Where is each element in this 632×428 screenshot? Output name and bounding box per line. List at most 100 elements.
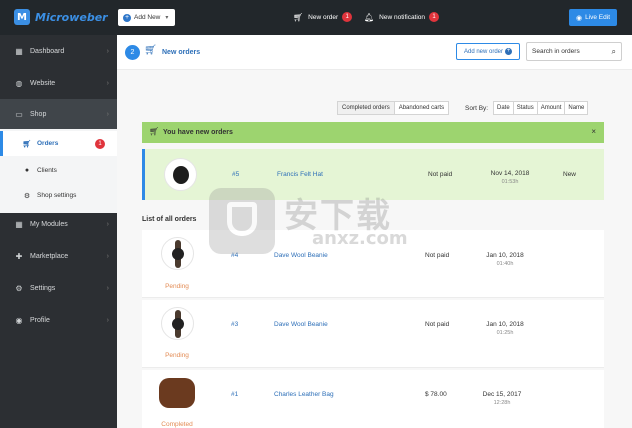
plus-icon: + xyxy=(123,13,131,22)
sidebar-item-marketplace[interactable]: ✚ Marketplace › xyxy=(0,240,117,272)
add-new-order-label: Add new order xyxy=(463,48,504,55)
orders-badge: 1 xyxy=(95,138,105,149)
sort-name[interactable]: Name xyxy=(564,102,587,114)
sidebar-item-shop[interactable]: ▭ Shop › xyxy=(0,99,117,129)
sidebar-item-dashboard[interactable]: ▦ Dashboard › xyxy=(0,35,117,67)
product-thumbnail xyxy=(159,375,195,408)
new-notification-badge: 1 xyxy=(429,12,440,22)
payment-status: Not paid xyxy=(425,321,450,328)
cart-icon: 🛒︎ xyxy=(149,127,160,136)
table-row[interactable]: Pending #4 Dave Wool Beanie Not paid Jan… xyxy=(142,230,604,298)
order-time: 01:25h xyxy=(496,330,514,336)
sidebar-item-settings[interactable]: ⚙ Settings › xyxy=(0,272,117,304)
order-date: Nov 14, 2018 xyxy=(490,170,530,177)
sidebar-item-label: Marketplace xyxy=(30,252,69,260)
user-icon: ◉ xyxy=(15,315,23,325)
sort-status[interactable]: Status xyxy=(512,102,537,114)
add-new-order-button[interactable]: Add new order + xyxy=(456,43,520,60)
order-date: Dec 15, 2017 xyxy=(482,391,522,398)
sidebar-item-label: Shop settings xyxy=(37,192,77,199)
product-name[interactable]: Francis Felt Hat xyxy=(277,171,323,178)
shop-submenu: 🛒︎ Orders 1 ● Clients ⚙ Shop settings xyxy=(0,129,117,213)
table-row[interactable]: Pending #3 Dave Wool Beanie Not paid Jan… xyxy=(142,300,604,368)
bell-icon: 🔔︎ xyxy=(364,12,375,22)
search-placeholder: Search in orders xyxy=(532,48,580,55)
logo-icon: M xyxy=(14,9,30,25)
chevron-down-icon: ▾ xyxy=(165,15,169,21)
sidebar-item-orders[interactable]: 🛒︎ Orders 1 xyxy=(0,131,117,156)
payment-amount: $ 78.00 xyxy=(425,391,447,398)
search-input[interactable]: Search in orders ⌕ xyxy=(526,42,622,61)
product-thumbnail xyxy=(161,307,194,340)
new-order-row[interactable]: #5 Francis Felt Hat Not paid Nov 14, 201… xyxy=(142,149,604,200)
main-content: Completed orders Abandoned carts Sort By… xyxy=(117,70,632,428)
product-name[interactable]: Charles Leather Bag xyxy=(274,391,334,398)
sidebar-item-profile[interactable]: ◉ Profile › xyxy=(0,304,117,336)
sidebar-item-label: Shop xyxy=(30,110,47,118)
payment-status: Not paid xyxy=(425,252,450,259)
sidebar-item-shop-settings[interactable]: ⚙ Shop settings xyxy=(0,183,117,208)
product-thumbnail xyxy=(161,237,194,270)
new-notification-label: New notification xyxy=(379,13,426,21)
cart-icon: 🛒︎ xyxy=(22,140,32,148)
sidebar-item-label: Profile xyxy=(30,316,50,324)
table-row[interactable]: Completed #1 Charles Leather Bag $ 78.00… xyxy=(142,370,604,428)
order-status: Completed xyxy=(161,421,193,428)
watch-face-image xyxy=(172,248,184,260)
page-header: 2 🛒︎ New orders Add new order + Search i… xyxy=(117,35,632,70)
order-time: 01:40h xyxy=(496,261,514,267)
live-edit-label: Live Edit xyxy=(585,14,611,21)
tab-abandoned-carts[interactable]: Abandoned carts xyxy=(393,102,448,114)
alert-text: You have new orders xyxy=(163,129,233,136)
grid-icon: ▦ xyxy=(15,219,23,229)
order-number[interactable]: #5 xyxy=(232,171,239,178)
payment-status: Not paid xyxy=(428,171,453,178)
order-time: 12:28h xyxy=(493,400,511,406)
order-number[interactable]: #3 xyxy=(231,321,238,328)
sidebar-item-clients[interactable]: ● Clients xyxy=(0,158,117,183)
sidebar-item-website[interactable]: ◍ Website › xyxy=(0,67,117,99)
logo[interactable]: M Microweber xyxy=(14,8,108,26)
close-icon[interactable]: × xyxy=(591,127,596,136)
chevron-right-icon: › xyxy=(106,284,109,292)
chevron-right-icon: › xyxy=(106,79,109,87)
chevron-right-icon: › xyxy=(106,110,109,118)
new-notification-link[interactable]: 🔔︎ New notification 1 xyxy=(364,12,440,22)
product-name[interactable]: Dave Wool Beanie xyxy=(274,252,328,259)
chevron-right-icon: › xyxy=(106,316,109,324)
add-new-button[interactable]: + Add New ▾ xyxy=(118,9,175,26)
order-number[interactable]: #1 xyxy=(231,391,238,398)
sidebar-item-my-modules[interactable]: ▦ My Modules › xyxy=(0,208,117,240)
sort-amount[interactable]: Amount xyxy=(536,102,565,114)
sort-date[interactable]: Date xyxy=(494,102,513,114)
order-status: Pending xyxy=(165,352,189,359)
page-title: New orders xyxy=(162,49,201,56)
step-badge: 2 xyxy=(125,45,140,60)
product-name[interactable]: Dave Wool Beanie xyxy=(274,321,328,328)
chevron-right-icon: › xyxy=(106,47,109,55)
sidebar-item-label: Clients xyxy=(37,167,57,174)
new-order-link[interactable]: 🛒︎ New order 1 xyxy=(293,12,353,22)
globe-icon: ◍ xyxy=(15,78,23,88)
order-status: Pending xyxy=(165,283,189,290)
sort-label: Sort By: xyxy=(465,105,489,112)
live-edit-button[interactable]: ◉ Live Edit xyxy=(569,9,617,26)
add-new-label: Add New xyxy=(134,14,161,21)
new-orders-alert: 🛒︎ You have new orders × xyxy=(142,122,604,143)
order-number[interactable]: #4 xyxy=(231,252,238,259)
search-icon[interactable]: ⌕ xyxy=(612,43,616,60)
cart-icon: 🛒︎ xyxy=(144,45,157,56)
new-order-label: New order xyxy=(308,13,339,21)
tab-completed-orders[interactable]: Completed orders xyxy=(338,102,394,114)
sort-options: Date Status Amount Name xyxy=(493,101,589,115)
eye-icon: ◉ xyxy=(575,14,583,22)
sidebar-item-label: Settings xyxy=(30,284,56,292)
dashboard-icon: ▦ xyxy=(15,46,23,56)
list-title: List of all orders xyxy=(142,216,197,223)
order-time: 01:53h xyxy=(501,179,519,185)
plus-icon: + xyxy=(505,48,513,55)
chevron-right-icon: › xyxy=(106,220,109,228)
sidebar-item-label: Dashboard xyxy=(30,47,65,55)
order-date: Jan 10, 2018 xyxy=(486,252,524,259)
order-date: Jan 10, 2018 xyxy=(486,321,524,328)
